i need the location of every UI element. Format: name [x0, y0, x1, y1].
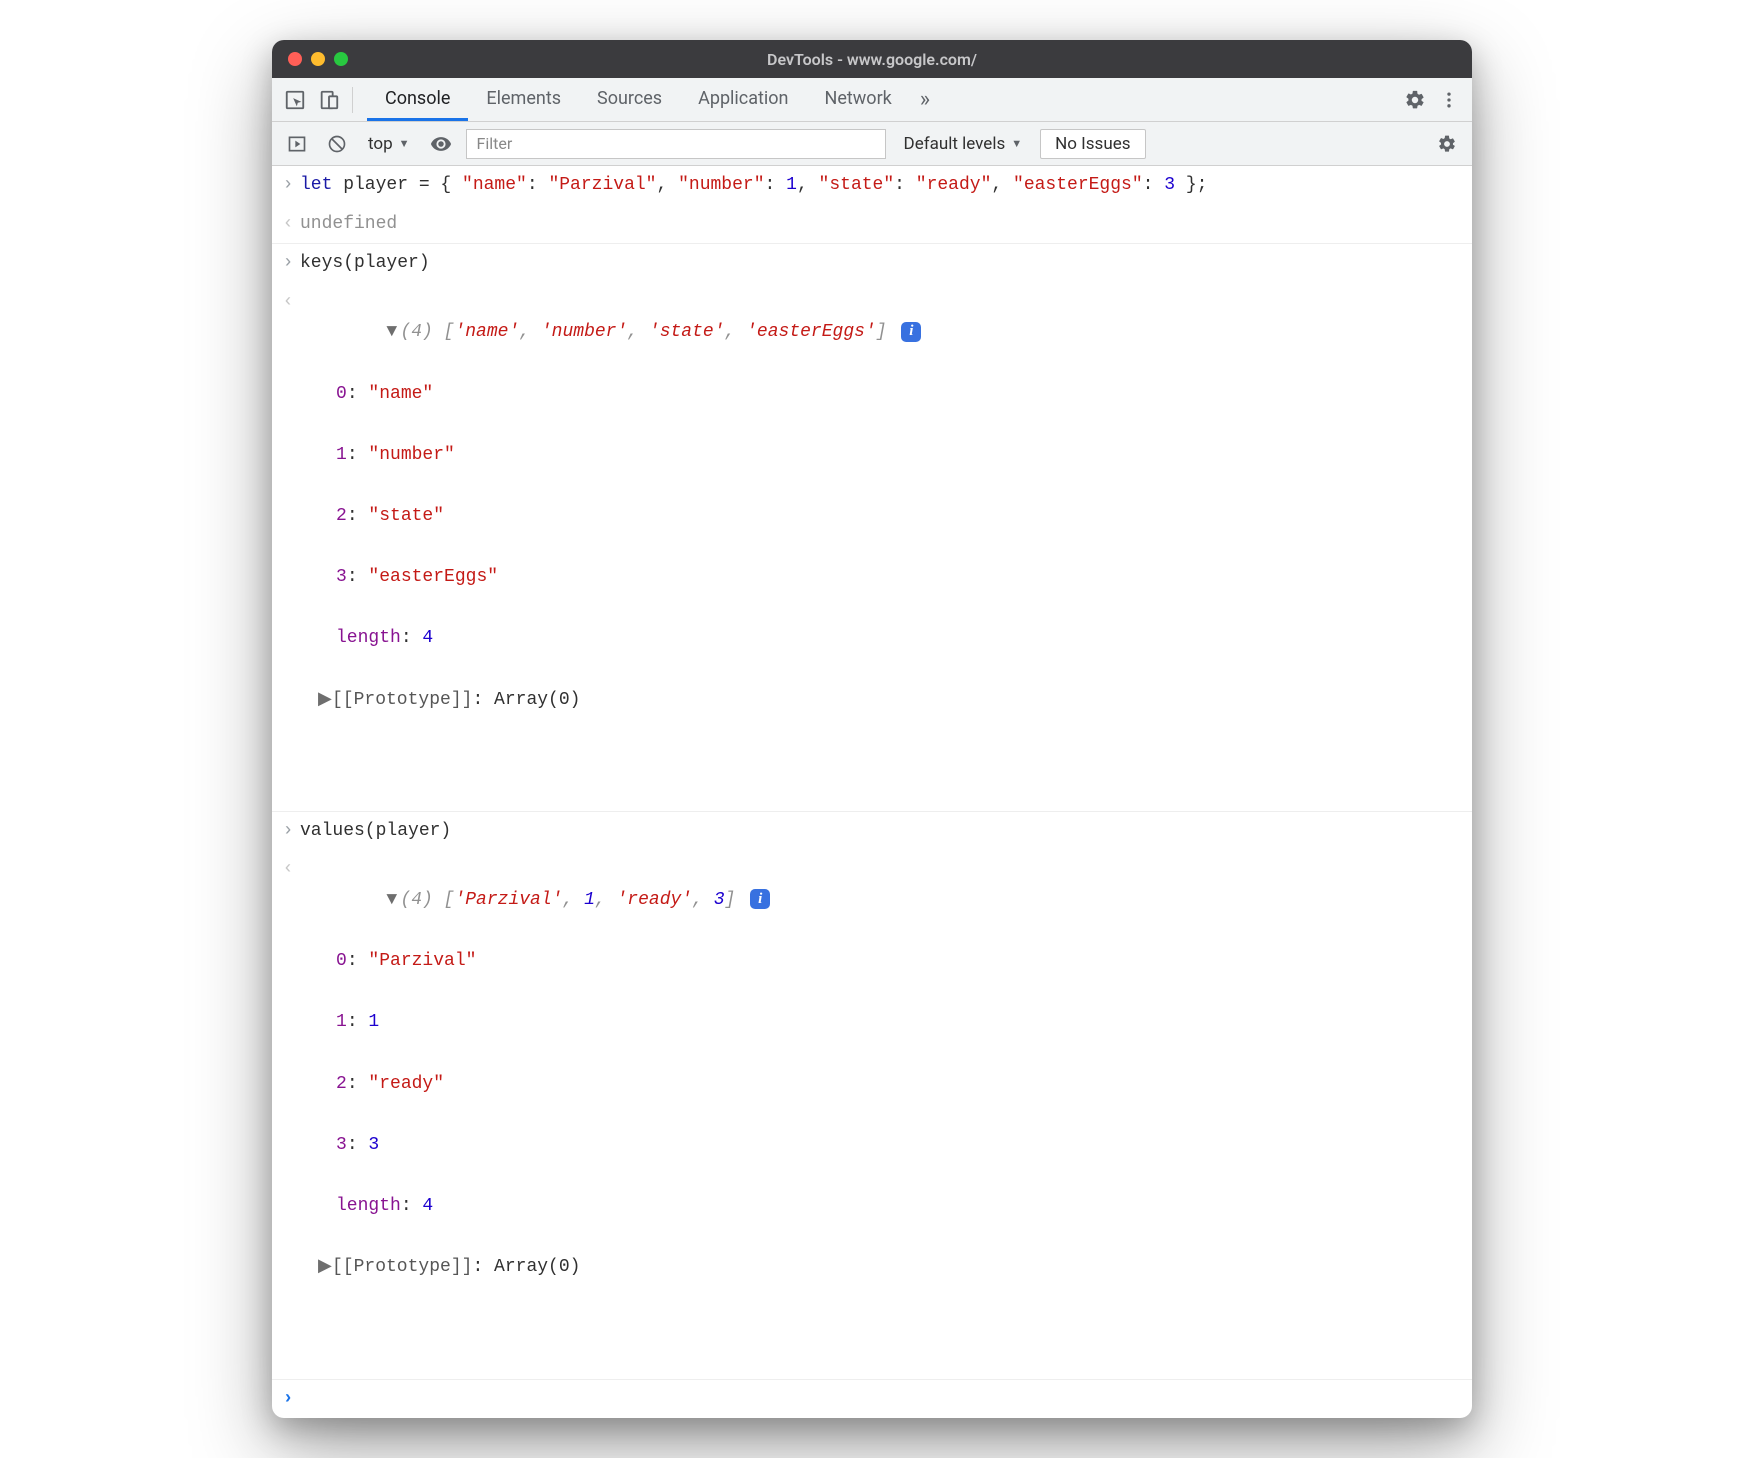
- console-input-row[interactable]: › let player = { "name": "Parzival", "nu…: [272, 166, 1472, 205]
- prompt-chevron-icon: ›: [276, 1384, 300, 1415]
- output-chevron-icon: ‹: [276, 287, 300, 318]
- filter-input[interactable]: Filter: [466, 129, 886, 159]
- array-item: 3: "easterEggs": [336, 562, 1462, 593]
- array-prototype[interactable]: ▶[[Prototype]]: Array(0): [336, 1252, 1462, 1283]
- tab-elements[interactable]: Elements: [468, 78, 579, 121]
- console-prompt[interactable]: ›: [272, 1380, 1472, 1419]
- expand-triangle-icon[interactable]: ▼: [386, 885, 400, 916]
- live-expression-icon[interactable]: [426, 129, 456, 159]
- expand-triangle-icon[interactable]: ▶: [318, 685, 332, 716]
- array-item: 1: "number": [336, 440, 1462, 471]
- device-toolbar-icon[interactable]: [312, 83, 346, 117]
- window-title: DevTools - www.google.com/: [272, 50, 1472, 69]
- filter-placeholder: Filter: [477, 134, 513, 153]
- context-label: top: [368, 134, 393, 154]
- expand-triangle-icon[interactable]: ▶: [318, 1252, 332, 1283]
- tab-label: Network: [825, 88, 892, 109]
- tab-label: Elements: [486, 88, 561, 109]
- console-code: let player = { "name": "Parzival", "numb…: [300, 170, 1462, 201]
- minimize-window-button[interactable]: [311, 52, 325, 66]
- toggle-sidebar-icon[interactable]: [282, 129, 312, 159]
- expand-triangle-icon[interactable]: ▼: [386, 317, 400, 348]
- tab-console[interactable]: Console: [367, 78, 468, 121]
- output-chevron-icon: ‹: [276, 209, 300, 240]
- console-code: values(player): [300, 816, 1462, 847]
- close-window-button[interactable]: [288, 52, 302, 66]
- array-length: length: 4: [336, 1191, 1462, 1222]
- input-chevron-icon: ›: [276, 170, 300, 201]
- more-tabs-button[interactable]: »: [910, 87, 940, 112]
- console-output: › let player = { "name": "Parzival", "nu…: [272, 166, 1472, 1418]
- array-item: 0: "Parzival": [336, 946, 1462, 977]
- main-tabbar: Console Elements Sources Application Net…: [272, 78, 1472, 122]
- console-input-row[interactable]: › keys(player): [272, 244, 1472, 283]
- console-code: keys(player): [300, 248, 1462, 279]
- info-badge-icon[interactable]: i: [901, 322, 921, 342]
- array-item: 2: "state": [336, 501, 1462, 532]
- devtools-window: DevTools - www.google.com/ Console Eleme…: [272, 40, 1472, 1418]
- log-levels-selector[interactable]: Default levels ▼: [896, 134, 1031, 154]
- console-toolbar: top ▼ Filter Default levels ▼ No Issues: [272, 122, 1472, 166]
- output-chevron-icon: ‹: [276, 854, 300, 885]
- array-item: 3: 3: [336, 1130, 1462, 1161]
- input-chevron-icon: ›: [276, 248, 300, 279]
- chevron-down-icon: ▼: [1011, 137, 1022, 150]
- panel-tabs: Console Elements Sources Application Net…: [367, 78, 910, 121]
- divider: [352, 87, 353, 113]
- array-item: 0: "name": [336, 379, 1462, 410]
- array-item: 2: "ready": [336, 1069, 1462, 1100]
- levels-label: Default levels: [904, 134, 1006, 154]
- array-length: length: 4: [336, 623, 1462, 654]
- zoom-window-button[interactable]: [334, 52, 348, 66]
- array-prototype[interactable]: ▶[[Prototype]]: Array(0): [336, 685, 1462, 716]
- array-result: ▼(4) ['Parzival', 1, 'ready', 3] i 0: "P…: [300, 854, 1462, 1374]
- tab-label: Console: [385, 88, 450, 109]
- undefined-result: undefined: [300, 209, 1462, 240]
- execution-context-selector[interactable]: top ▼: [362, 134, 416, 154]
- tab-sources[interactable]: Sources: [579, 78, 680, 121]
- issues-button[interactable]: No Issues: [1040, 129, 1145, 159]
- prompt-input[interactable]: [300, 1384, 1462, 1415]
- input-chevron-icon: ›: [276, 816, 300, 847]
- console-output-row[interactable]: ‹ ▼(4) ['name', 'number', 'state', 'east…: [272, 283, 1472, 812]
- array-result: ▼(4) ['name', 'number', 'state', 'easter…: [300, 287, 1462, 807]
- window-controls: [288, 52, 348, 66]
- kebab-menu-icon[interactable]: [1432, 83, 1466, 117]
- tab-label: Application: [698, 88, 788, 109]
- inspect-element-icon[interactable]: [278, 83, 312, 117]
- console-input-row[interactable]: › values(player): [272, 812, 1472, 851]
- settings-gear-icon[interactable]: [1398, 83, 1432, 117]
- tab-application[interactable]: Application: [680, 78, 806, 121]
- console-output-row: ‹ undefined: [272, 205, 1472, 245]
- clear-console-icon[interactable]: [322, 129, 352, 159]
- tab-network[interactable]: Network: [807, 78, 910, 121]
- chevron-down-icon: ▼: [399, 137, 410, 150]
- tab-label: Sources: [597, 88, 662, 109]
- array-item: 1: 1: [336, 1007, 1462, 1038]
- console-output-row[interactable]: ‹ ▼(4) ['Parzival', 1, 'ready', 3] i 0: …: [272, 850, 1472, 1379]
- info-badge-icon[interactable]: i: [750, 889, 770, 909]
- issues-label: No Issues: [1055, 134, 1130, 154]
- console-settings-gear-icon[interactable]: [1432, 129, 1462, 159]
- titlebar: DevTools - www.google.com/: [272, 40, 1472, 78]
